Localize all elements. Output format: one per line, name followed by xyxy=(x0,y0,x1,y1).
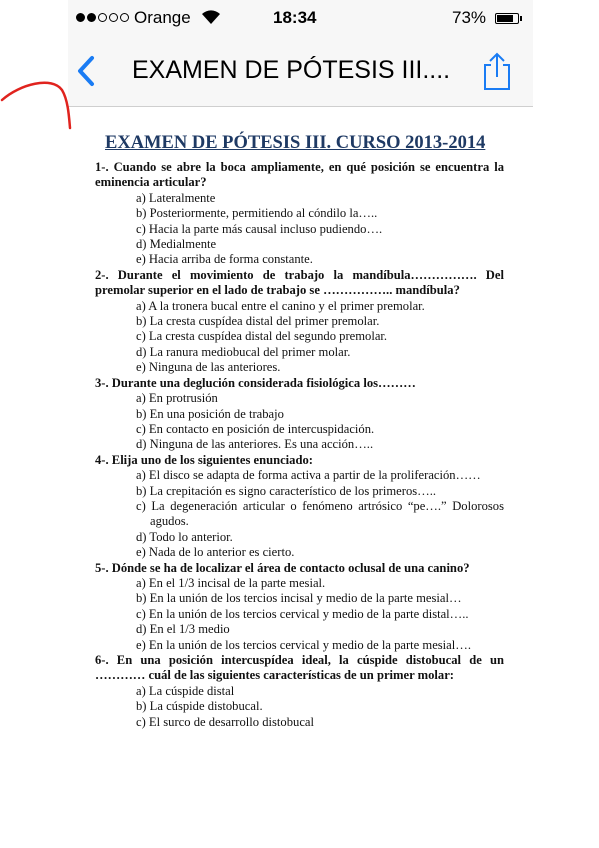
answer-option: a) La cúspide distal xyxy=(136,683,235,698)
answer-list: a) La cúspide distal b) La cúspide disto… xyxy=(68,684,533,730)
answer-option: e) Hacia arriba de forma constante. xyxy=(136,252,313,267)
question-text: 4-. Elija uno de los siguientes enunciad… xyxy=(95,452,313,467)
answer-option: b) En la unión de los tercios incisal y … xyxy=(136,591,462,606)
battery-icon xyxy=(495,13,519,24)
battery-tip xyxy=(520,16,522,21)
answer-option: c) La cresta cuspídea distal del segundo… xyxy=(136,329,388,344)
question-text: 2-. Durante el movimiento de trabajo la … xyxy=(95,267,504,298)
question-text: 6-. En una posición intercuspídea ideal,… xyxy=(95,653,504,683)
wifi-icon xyxy=(202,10,220,24)
answer-option: a) En protrusión xyxy=(136,391,218,406)
answer-list: a) En protrusión b) En una posición de t… xyxy=(68,391,533,453)
answer-option: c) El surco de desarrollo distobucal xyxy=(136,714,315,729)
answer-option: d) Ninguna de las anteriores. Es una acc… xyxy=(136,437,374,452)
answer-option: c) La degeneración articular o fenómeno … xyxy=(136,498,504,529)
question-text: 5-. Dónde se ha de localizar el área de … xyxy=(95,560,470,575)
pdf-document-view[interactable]: EXAMEN DE PÓTESIS III. CURSO 2013-2014 1… xyxy=(68,107,533,848)
status-bar: Orange 18:34 73% xyxy=(68,0,533,36)
answer-option: b) La cresta cuspídea distal del primer … xyxy=(136,314,380,329)
answer-option: a) En el 1/3 incisal de la parte mesial. xyxy=(136,575,326,590)
answer-option: d) La ranura mediobucal del primer molar… xyxy=(136,344,351,359)
answer-list: a) El disco se adapta de forma activa a … xyxy=(68,468,533,560)
answer-option: c) En la unión de los tercios cervical y… xyxy=(136,606,469,621)
answer-option: e) En la unión de los tercios cervical y… xyxy=(136,637,472,652)
answer-option: c) Hacia la parte más causal incluso pud… xyxy=(136,221,383,236)
navigation-bar: EXAMEN DE PÓTESIS III.... xyxy=(68,36,533,107)
question-text: 1-. Cuando se abre la boca ampliamente, … xyxy=(95,160,504,190)
battery-percentage: 73% xyxy=(452,8,487,27)
answer-option: a) Lateralmente xyxy=(136,190,216,205)
answer-option: d) Todo lo anterior. xyxy=(136,529,233,544)
answer-option: d) Medialmente xyxy=(136,237,217,252)
document-title: EXAMEN DE PÓTESIS III. CURSO 2013-2014 xyxy=(105,133,486,153)
answer-option: b) La crepitación es signo característic… xyxy=(136,483,437,498)
answer-list: a) Lateralmente b) Posteriormente, permi… xyxy=(68,191,533,268)
answer-option: b) En una posición de trabajo xyxy=(136,406,284,421)
answer-option: a) A la tronera bucal entre el canino y … xyxy=(136,298,425,313)
carrier-name: Orange xyxy=(134,8,191,27)
answer-option: b) Posteriormente, permitiendo al cóndil… xyxy=(136,206,378,221)
answer-option: e) Nada de lo anterior es cierto. xyxy=(136,545,295,560)
answer-option: d) En el 1/3 medio xyxy=(136,622,230,637)
signal-strength-icon xyxy=(76,13,129,22)
answer-option: e) Ninguna de las anteriores. xyxy=(136,360,281,375)
question-text: 3-. Durante una deglución considerada fi… xyxy=(95,375,416,390)
answer-option: c) En contacto en posición de intercuspi… xyxy=(136,421,375,436)
answer-list: a) En el 1/3 incisal de la parte mesial.… xyxy=(68,576,533,653)
red-pen-mark-icon xyxy=(0,81,72,130)
answer-option: b) La cúspide distobucal. xyxy=(136,699,263,714)
nav-title: EXAMEN DE PÓTESIS III.... xyxy=(132,56,451,84)
answer-option: a) El disco se adapta de forma activa a … xyxy=(136,468,481,483)
phone-screen: Orange 18:34 73% EXAMEN DE PÓTESIS III..… xyxy=(68,0,533,848)
share-icon[interactable] xyxy=(479,51,515,91)
answer-list: a) A la tronera bucal entre el canino y … xyxy=(68,299,533,376)
status-time: 18:34 xyxy=(273,8,317,27)
